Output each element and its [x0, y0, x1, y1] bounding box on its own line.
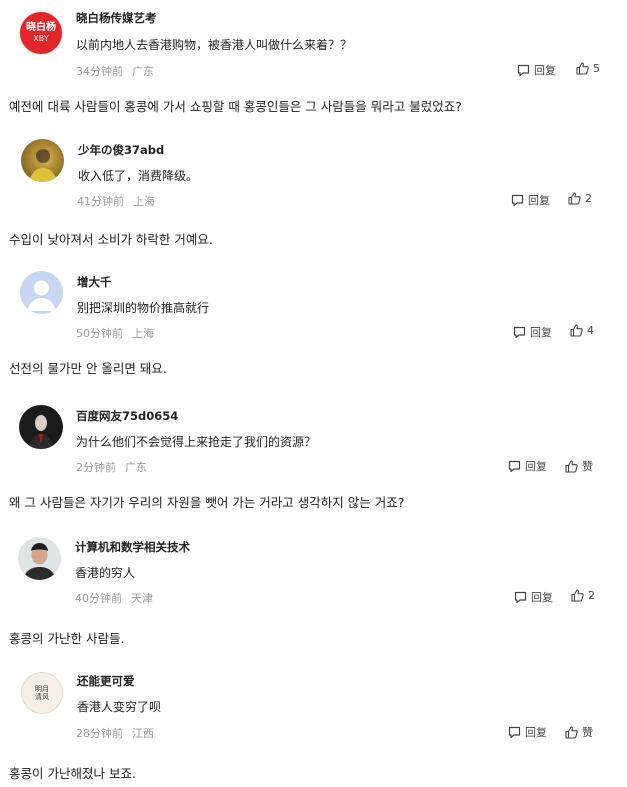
translation-text: 홍콩의 가난한 사람들.: [9, 631, 125, 646]
comment-time: 50分钟前: [76, 327, 123, 340]
reply-icon: [513, 326, 526, 338]
thumbs-up-icon: [565, 725, 578, 739]
avatar-logo-text: 晓白杨: [26, 22, 56, 33]
comment-meta: 28分钟前 江西: [76, 725, 154, 741]
username[interactable]: 还能更可爱: [77, 673, 135, 689]
comment-location: 天津: [131, 592, 153, 605]
reply-icon: [508, 460, 521, 472]
reply-icon: [517, 64, 530, 76]
username[interactable]: 百度网友75d0654: [76, 408, 178, 424]
username[interactable]: 计算机和数学相关技术: [75, 539, 190, 555]
comment-meta: 34分钟前 广东: [76, 63, 154, 79]
comment-location: 广东: [132, 65, 154, 78]
avatar[interactable]: [21, 139, 64, 182]
comment-meta: 41分钟前 上海: [77, 193, 155, 209]
avatar-person-icon: [29, 149, 57, 182]
comment-text: 为什么他们不会觉得上来抢走了我们的资源？: [76, 435, 317, 449]
translation-text: 홍콩이 가난해졌나 보죠.: [9, 766, 136, 781]
avatar[interactable]: [20, 271, 63, 314]
reply-label: 回复: [530, 326, 552, 339]
like-count: 4: [587, 324, 594, 337]
like-label: 赞: [582, 460, 593, 473]
comment-meta: 2分钟前 广东: [76, 459, 147, 475]
avatar-person-icon: [23, 543, 56, 580]
translation-text: 선전의 물가만 안 올리면 돼요.: [9, 361, 167, 376]
reply-label: 回复: [528, 194, 550, 207]
like-button[interactable]: 4: [570, 324, 594, 337]
like-button[interactable]: 2: [568, 192, 592, 205]
reply-button[interactable]: 回复: [513, 324, 552, 340]
comment-time: 41分钟前: [77, 195, 124, 208]
like-button[interactable]: 赞: [565, 458, 593, 474]
comment-location: 上海: [133, 195, 155, 208]
reply-button[interactable]: 回复: [511, 192, 550, 208]
comment-text: 收入低了，消费降级。: [78, 169, 199, 183]
comment-text: 别把深圳的物价推高就行: [77, 301, 210, 315]
reply-label: 回复: [534, 64, 556, 77]
default-avatar-icon: [27, 280, 56, 311]
thumbs-up-icon: [576, 62, 589, 75]
reply-button[interactable]: 回复: [517, 62, 556, 78]
like-button[interactable]: 5: [576, 62, 600, 75]
avatar-person-icon: [29, 415, 53, 449]
comment-text: 香港人变穷了呗: [77, 700, 162, 714]
thumbs-up-icon: [568, 192, 581, 205]
comment-time: 2分钟前: [76, 461, 116, 474]
translation-text: 수입이 낮아져서 소비가 하락한 거예요.: [9, 232, 213, 247]
like-count: 2: [588, 589, 595, 602]
comment-meta: 50分钟前 上海: [76, 325, 154, 341]
reply-icon: [514, 591, 527, 603]
avatar[interactable]: 明月清风: [21, 672, 63, 714]
username[interactable]: 少年の俊37abd: [78, 142, 164, 158]
avatar[interactable]: [19, 405, 63, 449]
reply-button[interactable]: 回复: [508, 724, 547, 740]
comment-text: 以前内地人去香港购物，被香港人叫做什么来着？？: [76, 38, 353, 52]
comment-location: 上海: [132, 327, 154, 340]
thumbs-up-icon: [571, 589, 584, 602]
reply-button[interactable]: 回复: [508, 458, 547, 474]
comment-location: 江西: [132, 727, 154, 740]
thumbs-up-icon: [570, 324, 583, 337]
thumbs-up-icon: [565, 459, 578, 473]
comment-time: 34分钟前: [76, 65, 123, 78]
comment-time: 28分钟前: [76, 727, 123, 740]
reply-icon: [511, 194, 524, 206]
comment-time: 40分钟前: [75, 592, 122, 605]
avatar[interactable]: [18, 537, 61, 580]
translation-text: 왜 그 사람들은 자기가 우리의 자원을 뺏어 가는 거라고 생각하지 않는 거…: [9, 495, 405, 510]
comment-location: 广东: [125, 461, 147, 474]
like-button[interactable]: 2: [571, 589, 595, 602]
comment-meta: 40分钟前 天津: [75, 590, 153, 606]
username[interactable]: 晓白杨传媒艺考: [76, 10, 157, 26]
like-label: 赞: [582, 726, 593, 739]
reply-icon: [508, 726, 521, 738]
reply-label: 回复: [525, 460, 547, 473]
reply-label: 回复: [525, 726, 547, 739]
avatar[interactable]: 晓白杨 XBY: [19, 11, 63, 55]
like-button[interactable]: 赞: [565, 724, 593, 740]
reply-label: 回复: [531, 591, 553, 604]
like-count: 5: [593, 62, 600, 75]
translation-text: 예전에 대륙 사람들이 홍콩에 가서 쇼핑할 때 홍콩인들은 그 사람들을 뭐라…: [9, 99, 462, 114]
avatar-calligraphy-text: 明月清风: [35, 685, 49, 701]
reply-button[interactable]: 回复: [514, 589, 553, 605]
comment-text: 香港的穷人: [75, 566, 136, 580]
username[interactable]: 增大千: [77, 274, 112, 290]
avatar-logo-subtext: XBY: [33, 34, 49, 43]
like-count: 2: [585, 192, 592, 205]
